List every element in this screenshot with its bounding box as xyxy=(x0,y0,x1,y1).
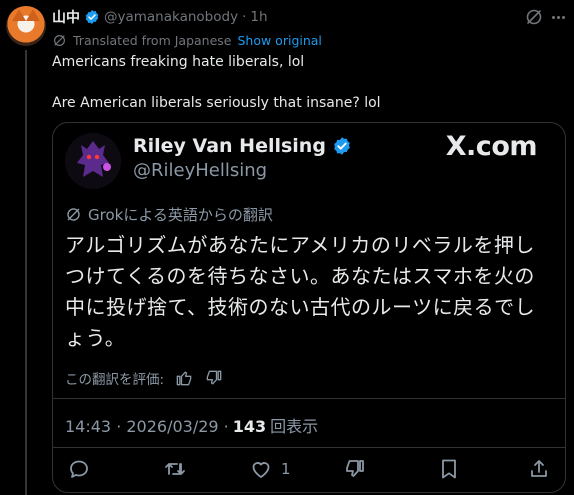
reply-icon xyxy=(70,460,88,478)
thumbs-down-icon xyxy=(346,460,364,477)
avatar[interactable] xyxy=(6,6,46,46)
rate-label: この翻訳を評価: xyxy=(65,372,165,388)
grok-icon xyxy=(67,208,80,221)
action-bar: 1 xyxy=(53,457,565,483)
timestamp[interactable]: 14:43 · 2026/03/29 · xyxy=(65,417,229,436)
reply-button[interactable] xyxy=(67,457,91,481)
thread-line xyxy=(25,50,27,495)
quoted-post-text: アルゴリズムがあなたにアメリカのリベラルを押しつけてくるのを待ちなさい。あなたは… xyxy=(65,233,536,350)
avatar-ear-left xyxy=(12,9,26,21)
more-icon[interactable] xyxy=(548,7,568,27)
grok-icon[interactable] xyxy=(524,7,544,27)
post-text-line-2: Are American liberals seriously that ins… xyxy=(52,95,381,111)
views-label: 回表示 xyxy=(270,417,319,436)
translation-notice: Translated from Japanese Show original xyxy=(52,31,322,49)
divider xyxy=(53,398,565,399)
quoted-author-handle[interactable]: @RileyHellsing xyxy=(133,160,267,181)
translated-label: Translated from Japanese xyxy=(73,32,232,48)
header-separator: · xyxy=(242,9,247,25)
rate-translation: この翻訳を評価: xyxy=(65,368,224,388)
views-count: 143 xyxy=(232,417,267,436)
quoted-post-card[interactable]: Riley Van Hellsing @RileyHellsing X.com … xyxy=(52,122,566,493)
like-icon xyxy=(252,462,270,478)
retweet-button[interactable] xyxy=(163,457,187,481)
dislike-button[interactable] xyxy=(343,457,367,481)
like-button[interactable]: 1 xyxy=(249,457,291,481)
post-header: 山中 @yamanakanobody · 1h xyxy=(52,7,268,27)
divider xyxy=(53,447,565,448)
thumbs-down-icon[interactable] xyxy=(204,368,224,388)
quoted-author-name[interactable]: Riley Van Hellsing xyxy=(133,135,326,157)
share-button[interactable] xyxy=(527,457,551,481)
x-logo: X.com xyxy=(445,131,538,162)
post-meta: 14:43 · 2026/03/29 · 143 回表示 xyxy=(65,413,318,437)
post-time[interactable]: 1h xyxy=(250,9,267,25)
quoted-author-row: Riley Van Hellsing xyxy=(133,135,352,157)
grok-label-text: Grokによる英語からの翻訳 xyxy=(88,206,273,224)
author-name[interactable]: 山中 xyxy=(52,7,80,27)
retweet-icon xyxy=(165,463,185,475)
verified-badge-icon xyxy=(334,137,350,155)
grok-icon xyxy=(54,34,65,46)
share-icon xyxy=(531,460,547,477)
bookmark-button[interactable] xyxy=(437,457,461,481)
grok-translation-label: Grokによる英語からの翻訳 xyxy=(65,204,273,225)
show-original-link[interactable]: Show original xyxy=(237,33,321,48)
bookmark-icon xyxy=(442,459,456,479)
like-count: 1 xyxy=(281,460,291,478)
avatar-ear-right xyxy=(26,9,40,21)
verified-badge-icon xyxy=(84,9,100,25)
quoted-avatar[interactable] xyxy=(65,133,121,189)
post-text-line-1: Americans freaking hate liberals, lol xyxy=(52,54,305,70)
thumbs-up-icon[interactable] xyxy=(174,368,194,388)
author-handle[interactable]: @yamanakanobody xyxy=(104,9,238,25)
